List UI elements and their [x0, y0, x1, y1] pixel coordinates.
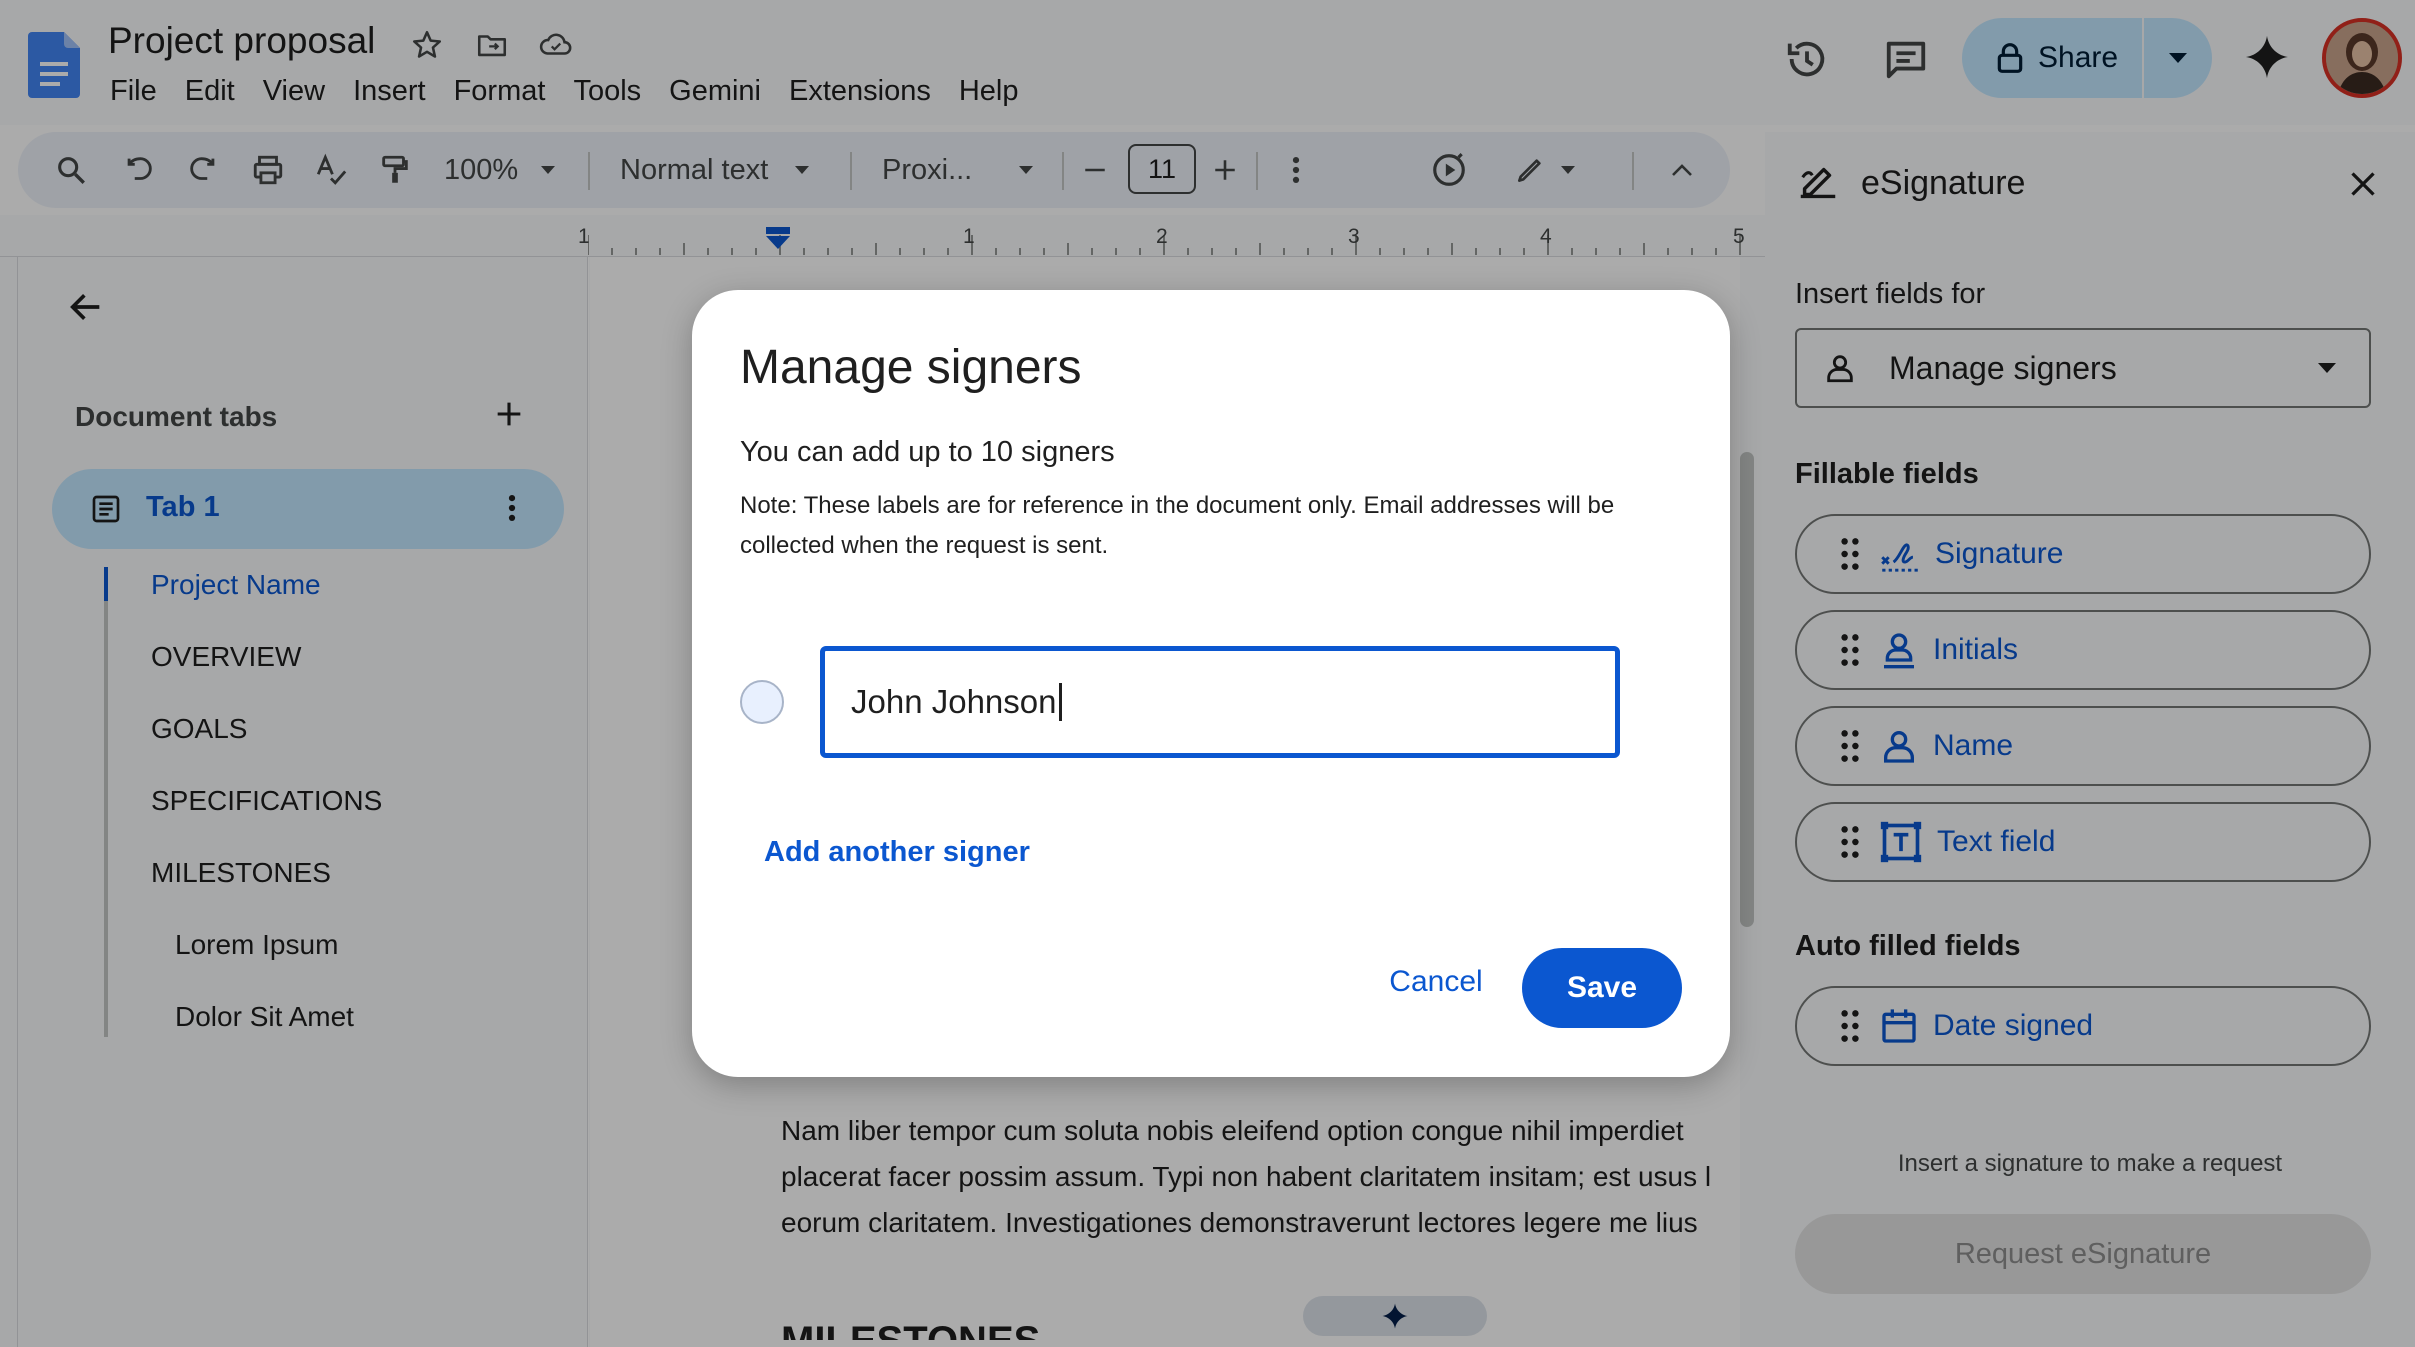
dialog-title: Manage signers: [740, 341, 1082, 394]
signer-color-indicator: [740, 680, 784, 724]
signer-name-value: John Johnson: [851, 683, 1057, 720]
save-button[interactable]: Save: [1522, 948, 1682, 1028]
signer-name-input[interactable]: John Johnson: [820, 646, 1620, 758]
add-another-signer-button[interactable]: Add another signer: [764, 836, 1030, 869]
dialog-note: Note: These labels are for reference in …: [740, 492, 1615, 559]
dialog-subtitle: You can add up to 10 signers: [740, 436, 1115, 468]
cancel-button[interactable]: Cancel: [1376, 950, 1496, 1014]
manage-signers-dialog: Manage signers You can add up to 10 sign…: [692, 290, 1730, 1077]
text-cursor: [1058, 683, 1062, 721]
